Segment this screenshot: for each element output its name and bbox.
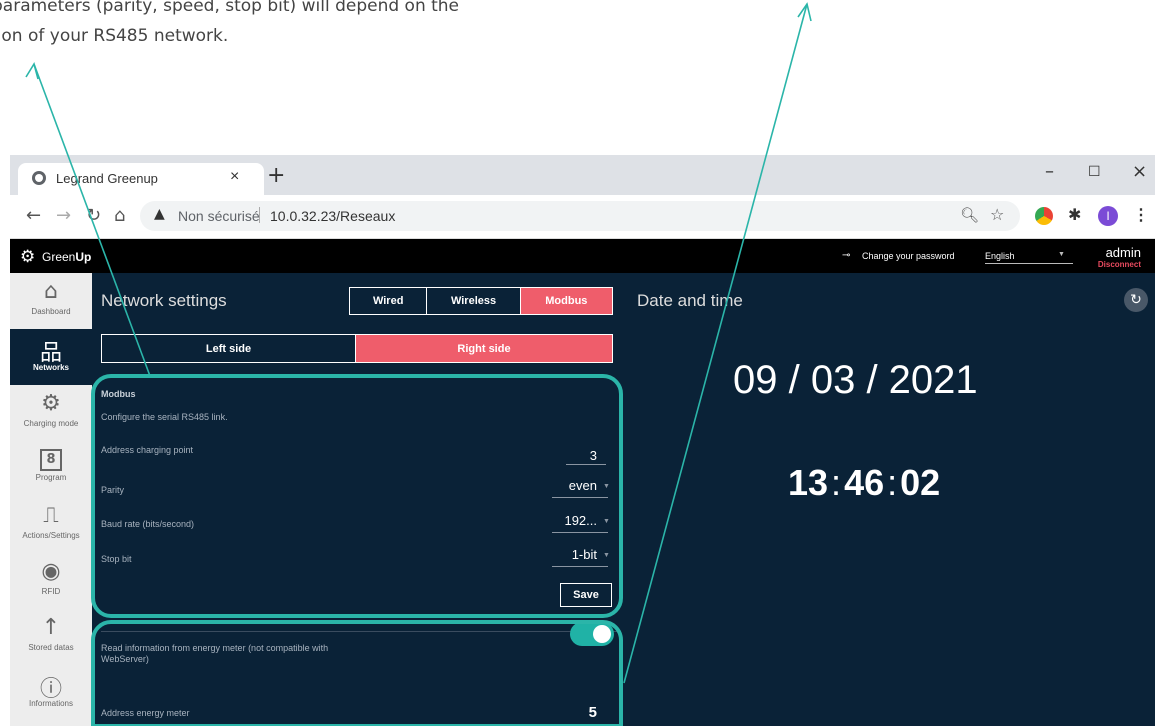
arrow-line-right <box>623 3 808 684</box>
arrow-head-left <box>25 61 39 80</box>
callout-arrows <box>25 2 812 684</box>
arrow-line-left <box>33 63 151 377</box>
